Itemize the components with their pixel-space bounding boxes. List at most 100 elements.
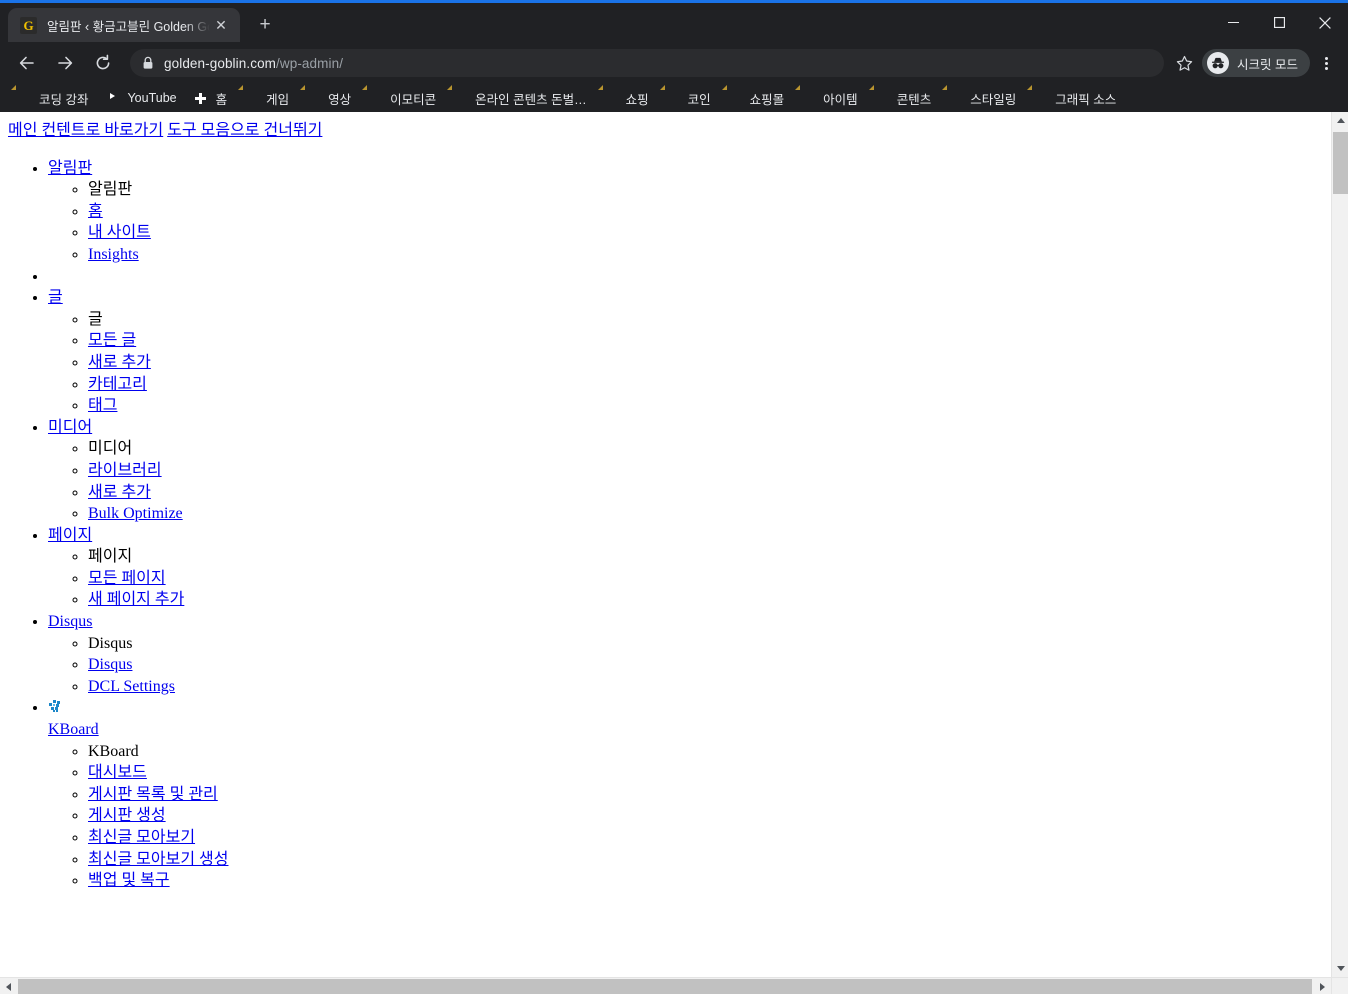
admin-submenu-link[interactable]: 모든 페이지 (88, 570, 166, 587)
kboard-icon (48, 699, 62, 716)
bookmark-item[interactable]: 스타일링 (939, 87, 1024, 109)
url-host: golden-goblin.com (164, 55, 277, 71)
incognito-mode-chip[interactable]: 시크릿 모드 (1202, 49, 1310, 77)
youtube-icon (104, 90, 120, 106)
scroll-left-arrow-icon[interactable] (0, 978, 17, 994)
folder-icon (874, 90, 890, 106)
admin-menu-link[interactable]: Disqus (48, 611, 92, 633)
admin-menu-link[interactable]: 미디어 (48, 417, 92, 439)
bookmark-item[interactable]: 콘텐츠 (866, 87, 940, 109)
bookmark-item[interactable]: 홈 (185, 87, 236, 109)
admin-submenu-link[interactable]: Bulk Optimize (88, 505, 183, 522)
admin-submenu-item: 미디어 (88, 438, 1323, 460)
tab-title: 알림판 ‹ 황금고블린 Golden Gob (47, 19, 210, 34)
folder-icon (367, 90, 383, 106)
address-bar[interactable]: golden-goblin.com/wp-admin/ (130, 49, 1165, 77)
admin-menu-link[interactable]: KBoard (48, 719, 99, 741)
bookmark-star-icon[interactable] (1170, 49, 1198, 77)
address-bar-url: golden-goblin.com/wp-admin/ (164, 56, 343, 71)
horizontal-scrollbar-thumb[interactable] (18, 979, 1312, 994)
bookmark-label: 그래픽 소스 (1055, 92, 1117, 107)
admin-submenu-link[interactable]: DCL Settings (88, 678, 175, 695)
tab-favicon-icon: G (20, 16, 37, 34)
admin-submenu-link[interactable]: 태그 (88, 397, 117, 414)
admin-submenu-item: 게시판 목록 및 관리 (88, 784, 1323, 806)
bookmark-item[interactable]: 게임 (235, 87, 297, 109)
bookmark-item[interactable]: 그래픽 소스 (1024, 87, 1124, 109)
admin-submenu-link[interactable]: 새 페이지 추가 (88, 591, 184, 608)
admin-submenu-link[interactable]: 백업 및 복구 (88, 872, 170, 889)
admin-submenu-item: 카테고리 (88, 374, 1323, 396)
admin-submenu-item: Insights (88, 244, 1323, 266)
admin-submenu-link[interactable]: 대시보드 (88, 764, 147, 781)
folder-icon (603, 90, 619, 106)
admin-submenu-link[interactable]: 내 사이트 (88, 224, 151, 241)
admin-menu-link[interactable]: 알림판 (48, 158, 92, 180)
admin-submenu-link[interactable]: Disqus (88, 656, 132, 673)
window-close-button[interactable] (1302, 3, 1348, 42)
admin-submenu-item: 홈 (88, 201, 1323, 223)
admin-submenu-link[interactable]: 모든 글 (88, 332, 136, 349)
admin-submenu-item: 내 사이트 (88, 222, 1323, 244)
bookmark-item[interactable]: 온라인 콘텐츠 돈벌… (444, 87, 594, 109)
new-tab-button[interactable]: + (250, 10, 280, 40)
admin-menu-link[interactable]: 페이지 (48, 525, 92, 547)
admin-submenu-item: Disqus (88, 633, 1323, 655)
folder-icon (452, 90, 468, 106)
bookmark-label: 코인 (687, 92, 711, 107)
admin-submenu-link[interactable]: 최신글 모아보기 생성 (88, 851, 228, 868)
admin-menu-item: KBoardKBoard 대시보드게시판 목록 및 관리게시판 생성최신글 모아보… (48, 697, 1323, 891)
browser-tab[interactable]: G 알림판 ‹ 황금고블린 Golden Gob ✕ (8, 8, 240, 42)
horizontal-scrollbar[interactable] (0, 977, 1348, 994)
skip-links: 메인 컨텐트로 바로가기 도구 모음으로 건너뛰기 (8, 120, 1323, 142)
three-dot-menu-icon[interactable] (1312, 48, 1340, 78)
bookmark-item[interactable]: 코인 (657, 87, 719, 109)
scroll-down-arrow-icon[interactable] (1332, 960, 1348, 977)
admin-submenu-item: 게시판 생성 (88, 805, 1323, 827)
bookmark-item[interactable]: 영상 (297, 87, 359, 109)
admin-submenu-link[interactable]: 게시판 목록 및 관리 (88, 786, 218, 803)
bookmark-item[interactable]: 이모티콘 (359, 87, 444, 109)
admin-submenu-link[interactable]: 라이브러리 (88, 462, 162, 479)
admin-menu-item: 미디어미디어라이브러리새로 추가 Bulk Optimize (48, 417, 1323, 525)
admin-submenu-item: 글 (88, 309, 1323, 331)
vertical-scrollbar-thumb[interactable] (1333, 132, 1348, 194)
bookmark-item[interactable]: 코딩 강좌 (8, 87, 96, 109)
bookmark-label: 쇼핑 (625, 92, 649, 107)
reload-icon[interactable] (88, 48, 118, 78)
bookmark-label: 영상 (328, 92, 352, 107)
scroll-up-arrow-icon[interactable] (1332, 112, 1348, 129)
vertical-scrollbar[interactable] (1331, 112, 1348, 977)
incognito-icon (1207, 52, 1230, 74)
admin-menu-item: 알림판알림판홈내 사이트 Insights (48, 158, 1323, 266)
admin-submenu-item: 새 페이지 추가 (88, 589, 1323, 611)
admin-submenu-item: 태그 (88, 395, 1323, 417)
bookmark-label: 쇼핑몰 (749, 92, 785, 107)
admin-submenu-link[interactable]: 새로 추가 (88, 484, 151, 501)
window-maximize-button[interactable] (1256, 3, 1302, 42)
admin-menu-link[interactable]: 글 (48, 287, 63, 309)
bookmark-label: YouTube (127, 91, 177, 105)
bookmark-label: 아이템 (823, 92, 858, 107)
page-viewport: 메인 컨텐트로 바로가기 도구 모음으로 건너뛰기 알림판알림판홈내 사이트 In… (0, 112, 1348, 994)
scroll-right-arrow-icon[interactable] (1314, 978, 1331, 994)
admin-submenu-link[interactable]: 홈 (88, 203, 103, 220)
admin-submenu-link[interactable]: 최신글 모아보기 (88, 829, 195, 846)
bookmark-item[interactable]: 쇼핑 (595, 87, 657, 109)
skip-link-main-content[interactable]: 메인 컨텐트로 바로가기 (8, 122, 163, 139)
window-minimize-button[interactable] (1210, 3, 1256, 42)
admin-submenu-link[interactable]: 새로 추가 (88, 354, 151, 371)
back-icon[interactable] (12, 48, 42, 78)
skip-link-toolbar[interactable]: 도구 모음으로 건너뛰기 (167, 122, 322, 139)
forward-icon[interactable] (50, 48, 80, 78)
admin-submenu-link[interactable]: Insights (88, 246, 139, 263)
admin-submenu-link[interactable]: 게시판 생성 (88, 807, 166, 824)
bookmark-item[interactable]: 아이템 (792, 87, 866, 109)
admin-menu-item: 글글모든 글새로 추가카테고리태그 (48, 287, 1323, 417)
bookmark-item[interactable]: YouTube (96, 87, 184, 109)
tab-close-icon[interactable]: ✕ (210, 14, 232, 36)
admin-submenu-link[interactable]: 카테고리 (88, 376, 147, 393)
three-dot-glyph (1324, 56, 1328, 70)
url-path: /wp-admin/ (276, 55, 344, 71)
bookmark-item[interactable]: 쇼핑몰 (719, 87, 793, 109)
